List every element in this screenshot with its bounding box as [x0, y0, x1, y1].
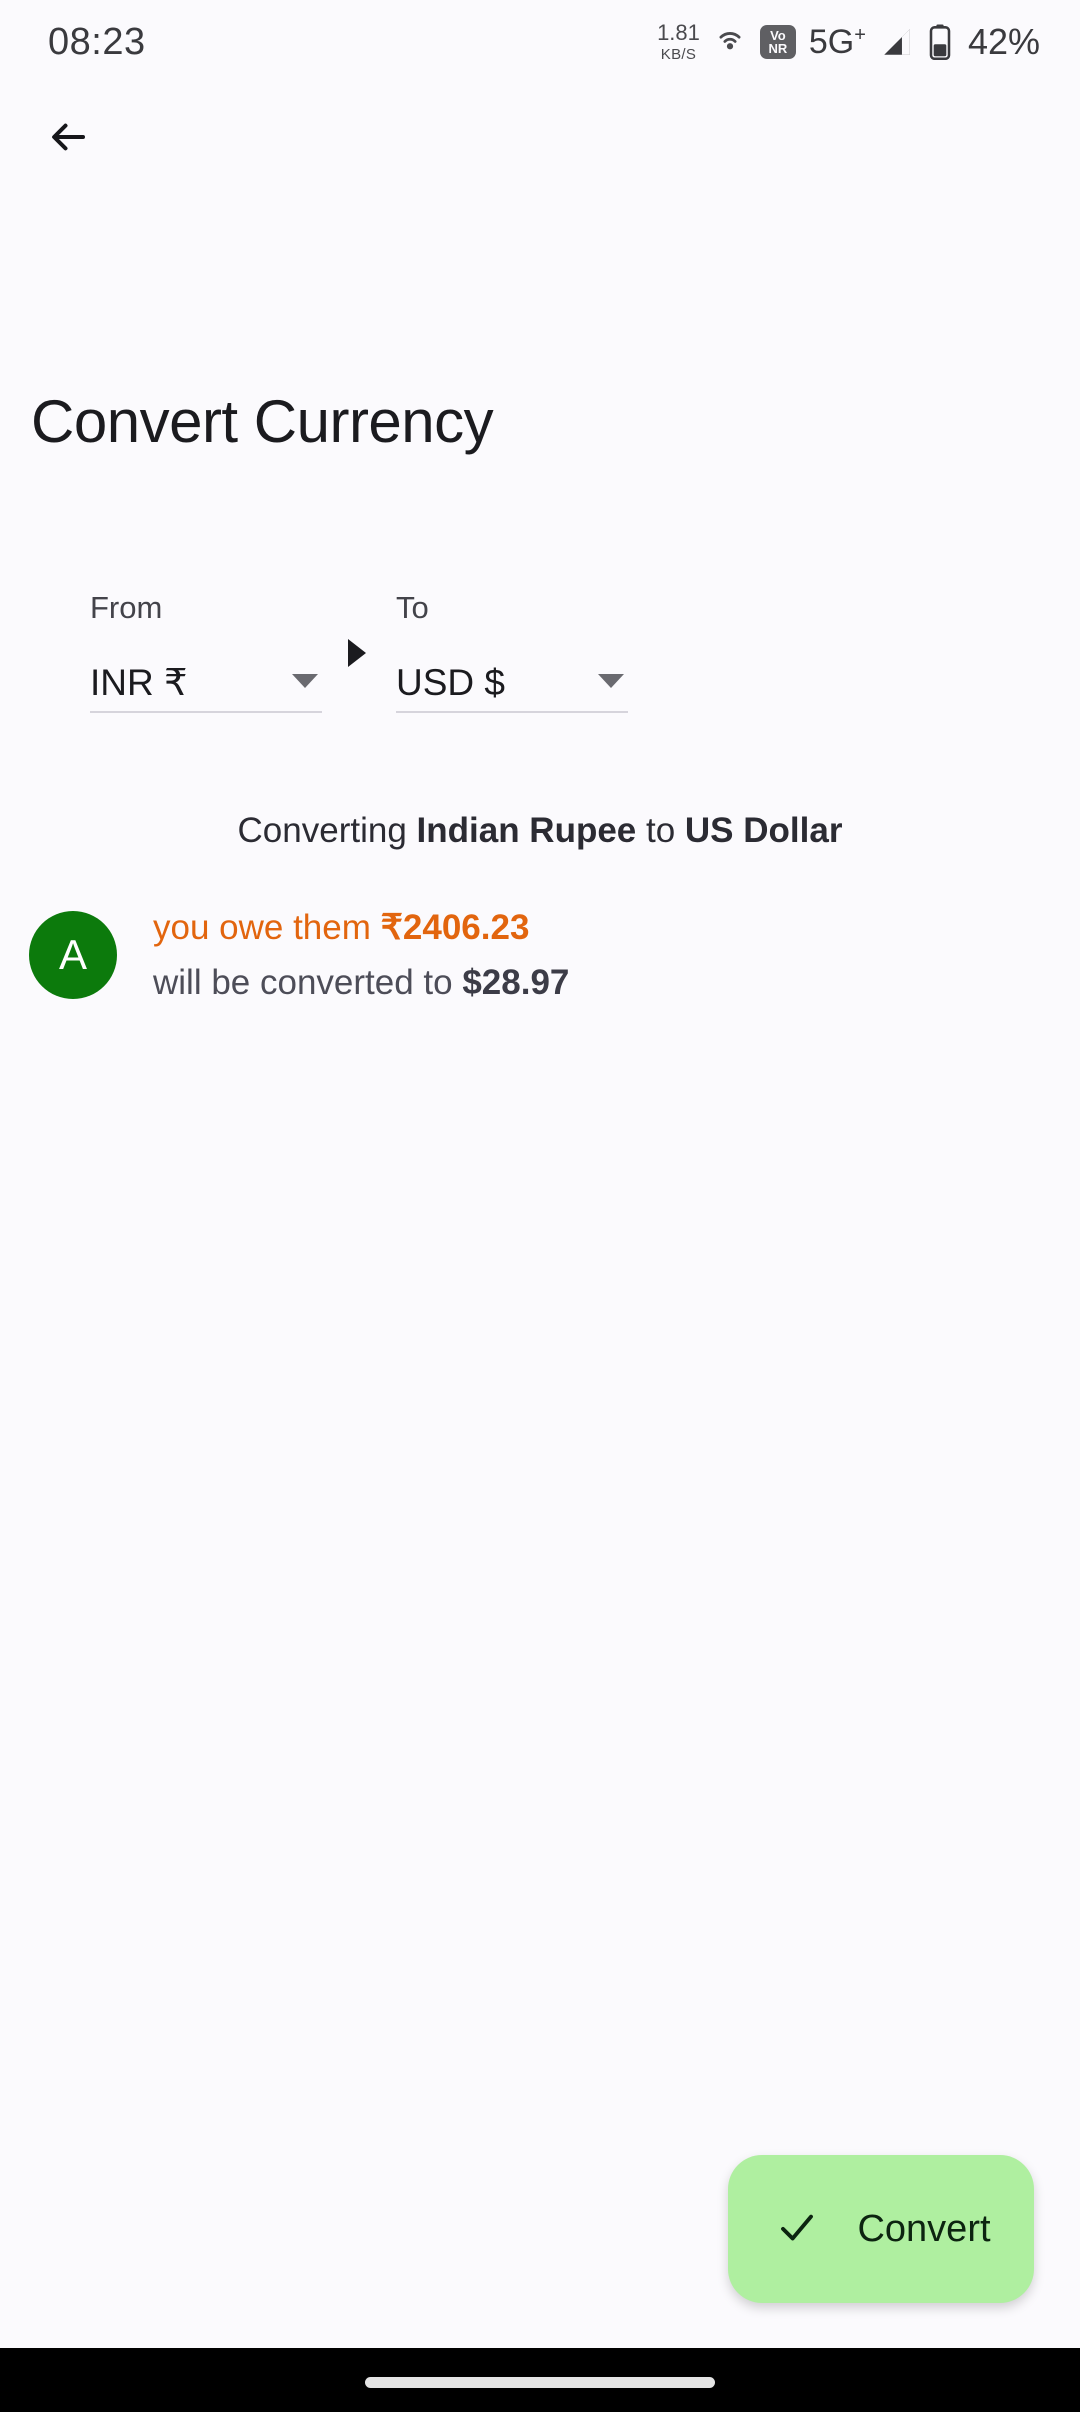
from-currency-value: INR ₹ [90, 661, 188, 703]
network-speed-indicator: 1.81 KB/S [657, 20, 700, 63]
status-bar-icons: 1.81 KB/S Vo NR 5G + 42% [657, 21, 1040, 63]
chevron-down-icon [598, 674, 624, 688]
converting-from-currency-name: Indian Rupee [416, 811, 637, 850]
avatar: A [29, 911, 117, 999]
status-bar: 08:23 1.81 KB/S Vo NR 5G + 42% [0, 0, 1080, 84]
converted-line: will be converted to $28.97 [153, 965, 569, 1000]
app-bar [0, 96, 1080, 182]
vonr-icon: Vo NR [759, 25, 796, 59]
network-speed-value: 1.81 [657, 20, 700, 45]
converting-prefix: Converting [237, 811, 417, 850]
home-gesture-pill[interactable] [365, 2376, 715, 2388]
page-title: Convert Currency [31, 388, 494, 455]
signal-bars-icon [879, 25, 915, 59]
amount-texts: you owe them ₹2406.23 will be converted … [153, 910, 569, 1000]
to-currency-field: To USD $ [396, 592, 628, 713]
back-button[interactable] [26, 96, 112, 182]
converting-note: Converting Indian Rupee to US Dollar [0, 813, 1080, 848]
owe-prefix: you owe them [153, 908, 381, 947]
convert-button[interactable]: Convert [728, 2155, 1034, 2303]
converted-amount: $28.97 [462, 963, 570, 1002]
chevron-down-icon [292, 674, 318, 688]
currency-converter-row: From INR ₹ To USD $ [0, 592, 1080, 713]
network-generation-text: 5G [808, 22, 855, 61]
from-currency-field: From INR ₹ [90, 592, 322, 713]
converted-prefix: will be converted to [153, 963, 463, 1002]
network-generation-label: 5G + [809, 23, 866, 62]
from-currency-select[interactable]: INR ₹ [90, 653, 322, 713]
vonr-line-2: NR [768, 41, 788, 56]
battery-percentage: 42% [967, 21, 1040, 62]
battery-icon [928, 24, 952, 61]
from-label: From [90, 590, 163, 625]
convert-button-label: Convert [857, 2208, 991, 2250]
converting-to-currency-name: US Dollar [684, 811, 843, 850]
to-label: To [396, 590, 429, 625]
network-generation-plus: + [854, 23, 866, 46]
back-arrow-icon [45, 116, 93, 163]
check-icon [771, 2207, 823, 2252]
network-speed-unit: KB/S [660, 46, 697, 63]
to-currency-value: USD $ [396, 661, 505, 703]
system-navigation-bar [0, 2348, 1080, 2412]
converting-joiner: to [636, 811, 685, 850]
hotspot-icon [713, 25, 747, 59]
owe-line: you owe them ₹2406.23 [153, 910, 569, 945]
to-currency-select[interactable]: USD $ [396, 653, 628, 713]
owe-amount: ₹2406.23 [380, 908, 530, 947]
amount-summary-row: A you owe them ₹2406.23 will be converte… [0, 910, 1080, 1000]
status-bar-clock: 08:23 [48, 20, 146, 63]
arrow-right-icon [348, 639, 366, 667]
